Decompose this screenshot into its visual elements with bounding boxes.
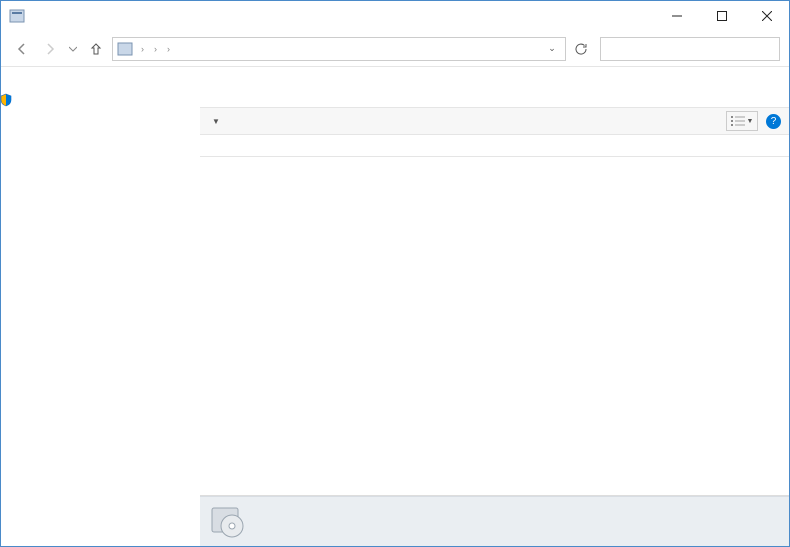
up-button[interactable] bbox=[84, 37, 108, 61]
breadcrumb-dropdown[interactable]: ⌄ bbox=[543, 43, 561, 54]
close-button[interactable] bbox=[744, 1, 789, 31]
crumb-programs[interactable] bbox=[174, 48, 176, 50]
column-headers bbox=[200, 135, 789, 157]
main: ▼ ▼ ? bbox=[1, 67, 789, 546]
footer bbox=[200, 496, 789, 546]
minimize-button[interactable] bbox=[654, 1, 699, 31]
program-list[interactable] bbox=[200, 135, 789, 496]
chevron-right-icon[interactable]: › bbox=[137, 44, 148, 54]
app-icon bbox=[9, 8, 25, 24]
recent-dropdown[interactable] bbox=[66, 37, 80, 61]
sidebar bbox=[1, 67, 176, 546]
disc-icon bbox=[210, 504, 246, 540]
breadcrumb-icon bbox=[117, 41, 133, 57]
back-button[interactable] bbox=[10, 37, 34, 61]
content: ▼ ▼ ? bbox=[176, 67, 789, 546]
search-box[interactable] bbox=[600, 37, 780, 61]
navbar: › › › ⌄ bbox=[1, 31, 789, 67]
toolbar: ▼ ▼ ? bbox=[200, 107, 789, 135]
chevron-right-icon[interactable]: › bbox=[150, 44, 161, 54]
forward-button[interactable] bbox=[38, 37, 62, 61]
shield-icon bbox=[0, 93, 13, 107]
search-input[interactable] bbox=[605, 43, 775, 55]
breadcrumb[interactable]: › › › ⌄ bbox=[112, 37, 566, 61]
help-button[interactable]: ? bbox=[766, 114, 781, 129]
refresh-button[interactable] bbox=[570, 38, 592, 60]
chevron-down-icon[interactable]: ▼ bbox=[212, 117, 220, 126]
titlebar bbox=[1, 1, 789, 31]
view-button[interactable]: ▼ bbox=[726, 111, 758, 131]
maximize-button[interactable] bbox=[699, 1, 744, 31]
chevron-right-icon[interactable]: › bbox=[163, 44, 174, 54]
